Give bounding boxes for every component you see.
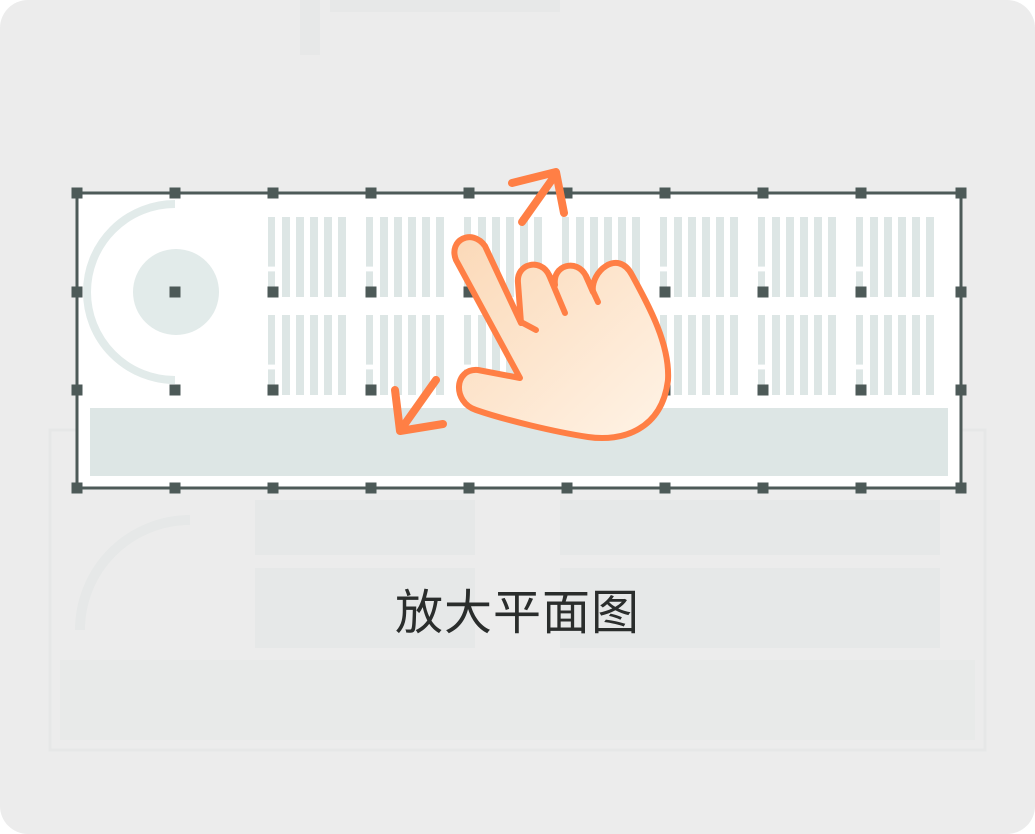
resize-handle[interactable] — [365, 286, 377, 298]
shelf-bar — [422, 217, 430, 297]
shelf-bar — [828, 315, 836, 395]
resize-handle[interactable] — [71, 286, 83, 298]
shelf-bar — [674, 217, 682, 297]
resize-handle[interactable] — [267, 286, 279, 298]
resize-handle[interactable] — [659, 482, 671, 494]
shelf-bar — [702, 315, 710, 395]
shelf-bar — [394, 217, 402, 297]
resize-handle[interactable] — [71, 187, 83, 199]
resize-handle[interactable] — [169, 384, 181, 396]
resize-handle[interactable] — [659, 187, 671, 199]
resize-handle[interactable] — [955, 286, 967, 298]
shelf-bar — [366, 217, 373, 267]
shelf-bar — [814, 315, 822, 395]
resize-handle[interactable] — [169, 187, 181, 199]
resize-handle[interactable] — [169, 482, 181, 494]
shelf-bar — [884, 315, 892, 395]
resize-handle[interactable] — [463, 187, 475, 199]
shelf-bar — [674, 315, 682, 395]
shelf-bar — [730, 315, 738, 395]
resize-handle[interactable] — [659, 286, 671, 298]
resize-handle[interactable] — [71, 482, 83, 494]
shelf-bar — [338, 315, 346, 395]
shelf-bar — [464, 315, 471, 365]
shelf-bar — [380, 217, 388, 297]
shelf-bar — [324, 315, 332, 395]
shelf-bar — [296, 315, 304, 395]
shelf-bar — [800, 315, 808, 395]
shelf-bar — [912, 217, 920, 297]
resize-handle[interactable] — [955, 384, 967, 396]
shelf-bar — [408, 315, 416, 395]
shelf-bar — [506, 217, 514, 297]
shelf-bar — [898, 217, 906, 297]
shelf-bar — [702, 217, 710, 297]
shelf-bar — [716, 217, 724, 297]
shelf-bar — [870, 217, 878, 297]
resize-handle[interactable] — [267, 384, 279, 396]
resize-handle[interactable] — [955, 187, 967, 199]
resize-handle[interactable] — [855, 286, 867, 298]
shelf-bar — [884, 217, 892, 297]
shelf-bar — [282, 315, 290, 395]
shelf-bar — [338, 217, 346, 297]
resize-handle[interactable] — [955, 482, 967, 494]
instruction-caption: 放大平面图 — [394, 585, 640, 641]
shelf-bar — [408, 217, 416, 297]
zoom-tutorial-card: 放大平面图 — [0, 0, 1035, 834]
shelf-bar — [772, 315, 780, 395]
shelf-bar — [730, 217, 738, 297]
shelf-bar — [310, 217, 318, 297]
shelf-bar — [324, 217, 332, 297]
shelf-bar — [926, 315, 934, 395]
shelf-bar — [786, 217, 794, 297]
shelf-bar — [268, 315, 275, 365]
shelf-bar — [758, 315, 765, 365]
shelf-bar — [380, 315, 388, 395]
shelf-bar — [562, 217, 569, 267]
shelf-bar — [688, 315, 696, 395]
resize-handle[interactable] — [365, 384, 377, 396]
floor-plan-illustration — [48, 0, 987, 752]
shelf-bar — [856, 315, 863, 365]
shelf-bar — [926, 217, 934, 297]
shelf-bar — [282, 217, 290, 297]
resize-handle[interactable] — [561, 482, 573, 494]
shelf-bar — [898, 315, 906, 395]
resize-handle[interactable] — [71, 384, 83, 396]
resize-handle[interactable] — [757, 482, 769, 494]
resize-handle[interactable] — [855, 482, 867, 494]
shelf-bar — [828, 217, 836, 297]
shelf-bar — [394, 315, 402, 395]
resize-handle[interactable] — [463, 482, 475, 494]
resize-handle[interactable] — [757, 286, 769, 298]
resize-handle[interactable] — [169, 286, 181, 298]
resize-handle[interactable] — [365, 482, 377, 494]
shelf-bar — [758, 217, 765, 267]
shelf-bar — [870, 315, 878, 395]
shelf-bar — [786, 315, 794, 395]
resize-handle[interactable] — [855, 187, 867, 199]
shelf-bar — [268, 217, 275, 267]
resize-handle[interactable] — [267, 187, 279, 199]
shelf-bar — [296, 217, 304, 297]
shelf-bar — [772, 217, 780, 297]
shelf-bar — [422, 315, 430, 395]
shelf-bar — [688, 217, 696, 297]
shelf-bar — [660, 217, 667, 267]
shelf-bar — [814, 217, 822, 297]
shelf-bar — [716, 315, 724, 395]
shelf-bar — [856, 217, 863, 267]
resize-handle[interactable] — [365, 187, 377, 199]
resize-handle[interactable] — [757, 187, 769, 199]
shelf-bar — [310, 315, 318, 395]
shelf-bar — [800, 217, 808, 297]
resize-handle[interactable] — [267, 482, 279, 494]
shelf-bar — [436, 217, 444, 297]
shelf-bar — [366, 315, 373, 365]
shelf-bar — [912, 315, 920, 395]
resize-handle[interactable] — [855, 384, 867, 396]
resize-handle[interactable] — [757, 384, 769, 396]
